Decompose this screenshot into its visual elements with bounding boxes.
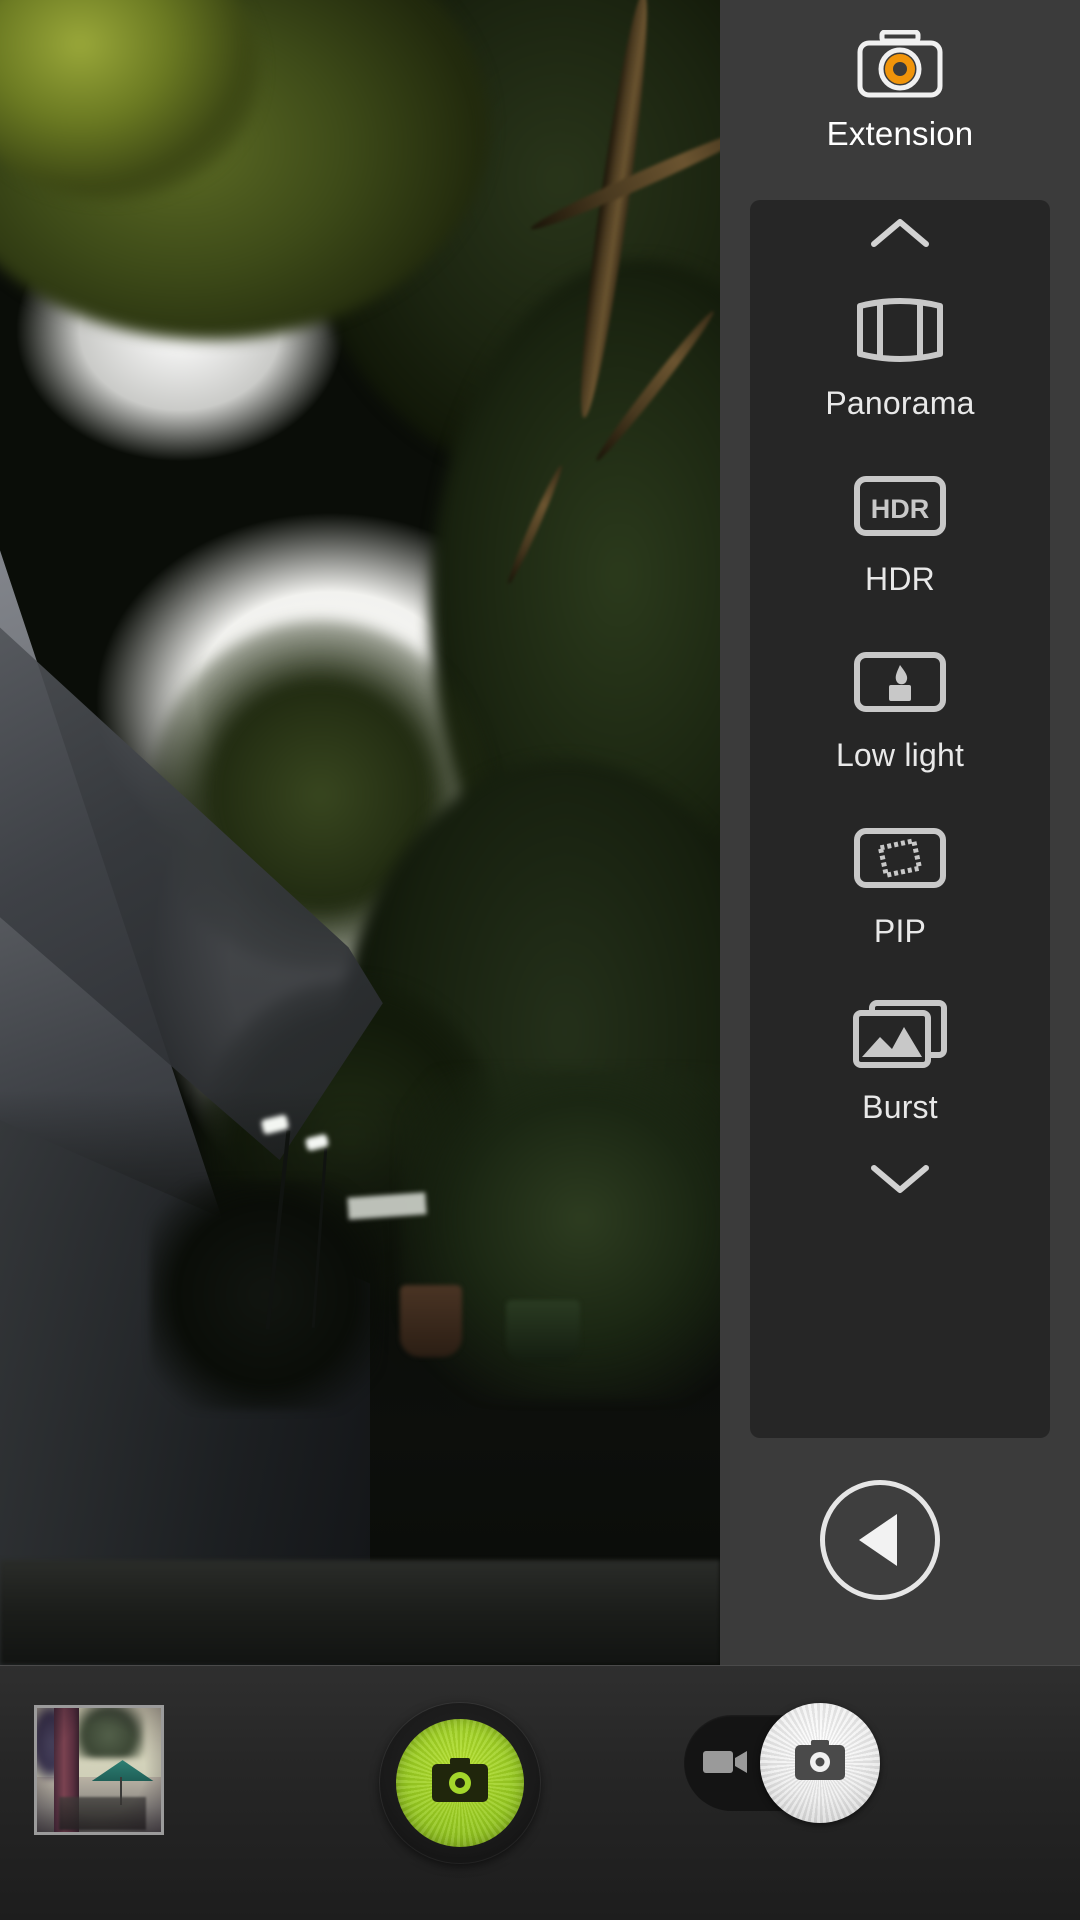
- photo-mode-knob[interactable]: [760, 1703, 880, 1823]
- scroll-up-button[interactable]: [750, 200, 1050, 266]
- camera-app-screen: Extension Panorama HDR HDR Low light PIP…: [0, 0, 1080, 1920]
- chevron-up-icon: [869, 216, 931, 250]
- camera-shutter-icon: [431, 1757, 489, 1809]
- shutter-button-inner[interactable]: [396, 1719, 524, 1847]
- camera-icon: [794, 1739, 846, 1787]
- svg-text:HDR: HDR: [871, 494, 930, 524]
- mode-item-hdr[interactable]: HDR HDR: [750, 442, 1050, 618]
- scroll-down-button[interactable]: [750, 1146, 1050, 1212]
- back-button[interactable]: [820, 1480, 940, 1600]
- camera-preview[interactable]: [0, 0, 720, 1665]
- mode-item-burst[interactable]: Burst: [750, 970, 1050, 1146]
- mode-label: Panorama: [825, 384, 975, 421]
- preview-plant: [150, 1180, 380, 1410]
- camera-extension-icon: [857, 29, 943, 103]
- gallery-thumbnail-button[interactable]: [34, 1705, 164, 1835]
- mode-label: HDR: [865, 560, 935, 597]
- mode-label: Low light: [835, 736, 965, 773]
- preview-pot: [400, 1285, 462, 1357]
- extension-header: Extension: [720, 0, 1080, 152]
- mode-label: PIP: [873, 912, 927, 949]
- preview-ground: [0, 1560, 720, 1665]
- photo-thumbnail: [37, 1708, 161, 1832]
- mode-item-low-light[interactable]: Low light: [750, 618, 1050, 794]
- shutter-button[interactable]: [380, 1703, 540, 1863]
- preview-pot: [506, 1300, 580, 1362]
- mode-item-panorama[interactable]: Panorama: [750, 266, 1050, 442]
- mode-item-pip[interactable]: PIP: [750, 794, 1050, 970]
- pip-frame-icon: [852, 815, 948, 901]
- burst-stacked-photos-icon: [850, 991, 950, 1077]
- thumbnail-vignette: [37, 1708, 161, 1832]
- mode-label: Burst: [862, 1088, 938, 1125]
- chevron-down-icon: [869, 1162, 931, 1196]
- video-camera-icon[interactable]: [702, 1744, 748, 1783]
- extension-title: Extension: [826, 115, 974, 152]
- panorama-icon: [852, 287, 948, 373]
- hdr-icon: HDR: [852, 463, 948, 549]
- back-triangle-icon: [859, 1514, 897, 1566]
- extension-sidebar: Extension Panorama HDR HDR Low light PIP…: [720, 0, 1080, 1665]
- extension-mode-panel: Panorama HDR HDR Low light PIP Burst: [750, 200, 1050, 1438]
- low-light-candle-icon: [852, 639, 948, 725]
